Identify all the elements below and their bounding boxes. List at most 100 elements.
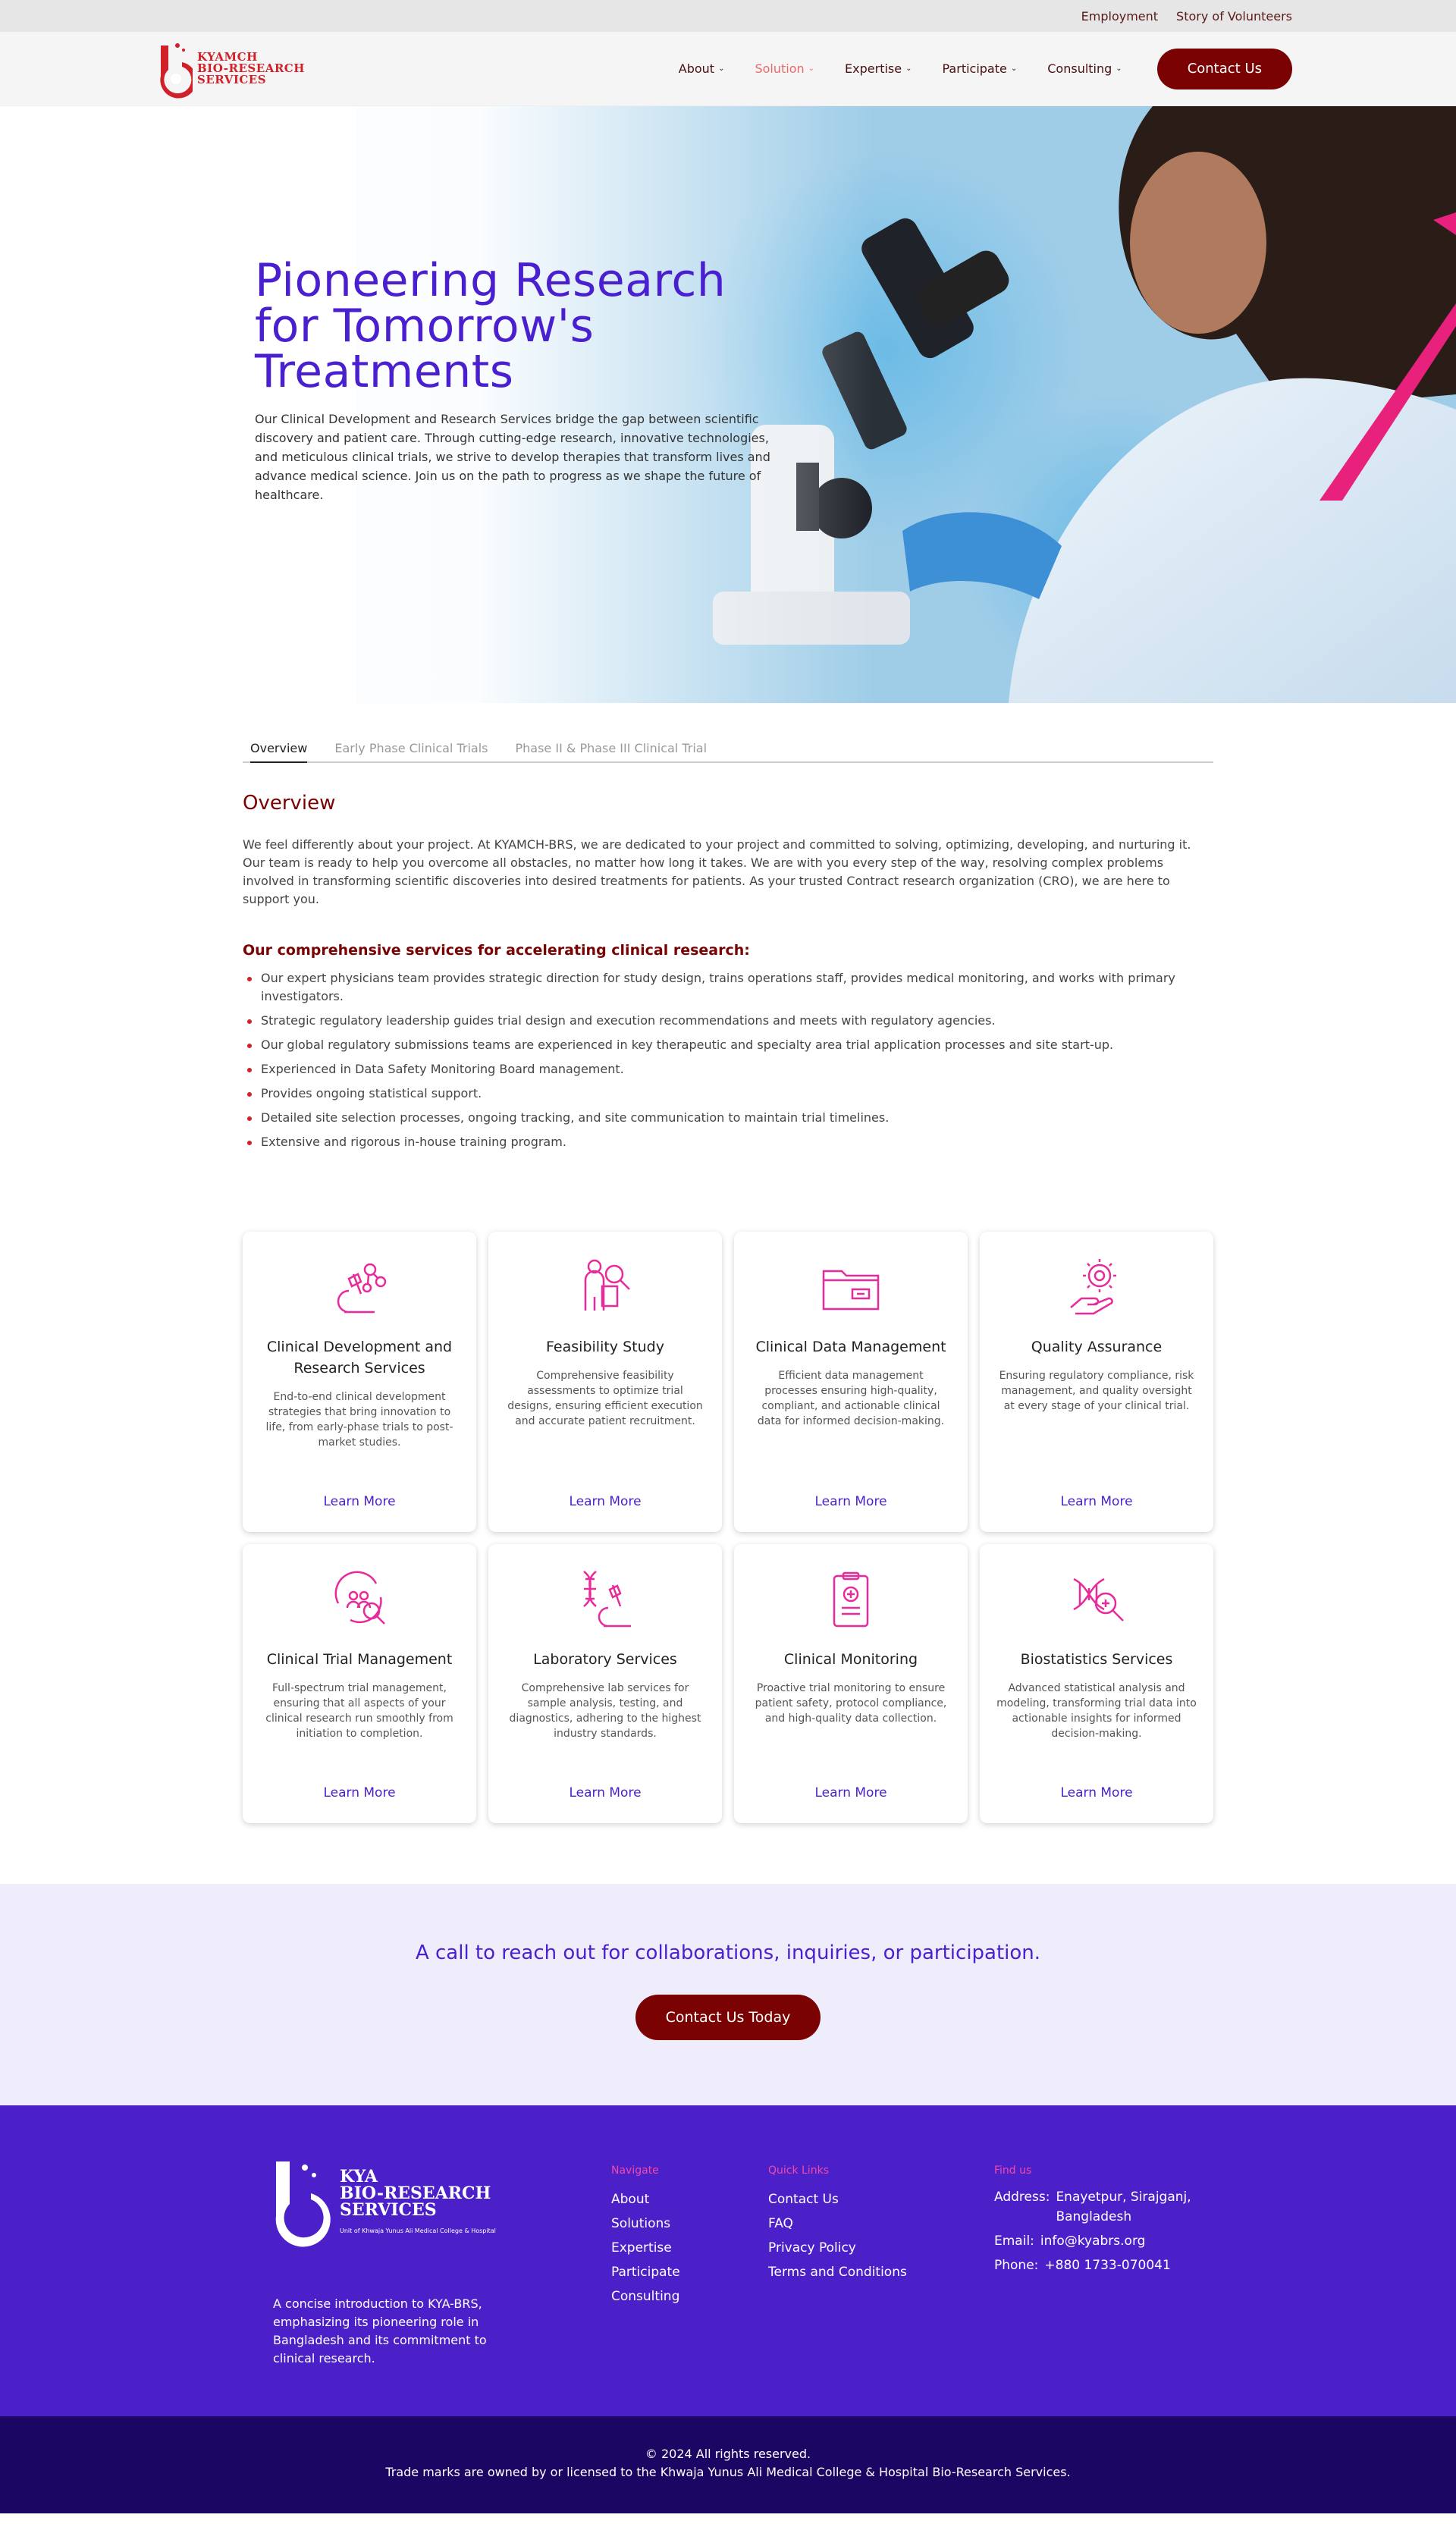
- site-logo[interactable]: KYAMCH BIO-RESEARCH SERVICES: [156, 39, 305, 99]
- top-utility-bar: Employment Story of Volunteers: [0, 0, 1456, 32]
- service-card-clinical-monitoring: Clinical Monitoring Proactive trial moni…: [734, 1544, 968, 1823]
- phone-link[interactable]: +880 1733-070041: [1044, 2256, 1196, 2275]
- card-description: End-to-end clinical development strategi…: [265, 1391, 453, 1449]
- footer-link-about[interactable]: About: [611, 2187, 680, 2212]
- card-title: Clinical Monitoring: [783, 1651, 918, 1668]
- hero-description: Our Clinical Development and Research Se…: [255, 412, 770, 502]
- list-item: Our expert physicians team provides stra…: [243, 969, 1213, 1006]
- card-title: Clinical Trial Management: [266, 1651, 453, 1668]
- card-description: Comprehensive feasibility assessments to…: [507, 1370, 703, 1427]
- services-title: Our comprehensive services for accelerat…: [243, 942, 750, 959]
- hero-content: Pioneering Research for Tomorrow's Treat…: [255, 258, 786, 504]
- card-description: Ensuring regulatory compliance, risk man…: [999, 1370, 1194, 1412]
- card-description: Advanced statistical analysis and modeli…: [996, 1682, 1197, 1740]
- card-title: Laboratory Services: [533, 1651, 677, 1668]
- footer-flask-icon: [275, 2161, 331, 2247]
- nav-solution[interactable]: Solution ⌄: [755, 61, 814, 76]
- footer-logo[interactable]: KYA BIO-RESEARCH SERVICES Unit of Khwaja…: [273, 2158, 496, 2249]
- gear-hand-icon: [1070, 1259, 1116, 1315]
- card-title: Clinical Data Management: [755, 1339, 946, 1355]
- footer-navigate-column: Navigate About Solutions Expertise Parti…: [611, 2165, 680, 2309]
- footer-quick-links-column: Quick Links Contact Us FAQ Privacy Polic…: [768, 2165, 907, 2284]
- learn-more-link[interactable]: Learn More: [814, 1785, 886, 1800]
- copyright-text: © 2024 All rights reserved.: [645, 2447, 811, 2461]
- email-link[interactable]: info@kyabrs.org: [1040, 2231, 1192, 2251]
- footer-about-text: A concise introduction to KYA-BRS, empha…: [273, 2296, 487, 2365]
- footer-heading: Find us: [994, 2165, 1032, 2177]
- employment-link[interactable]: Employment: [1081, 9, 1158, 24]
- list-item: Strategic regulatory leadership guides t…: [243, 1012, 1213, 1030]
- chevron-down-icon: ⌄: [718, 64, 725, 73]
- nav-about[interactable]: About ⌄: [679, 61, 725, 76]
- site-footer: KYA BIO-RESEARCH SERVICES Unit of Khwaja…: [0, 2105, 1456, 2416]
- service-card-biostatistics: Biostatistics Services Advanced statisti…: [980, 1544, 1213, 1823]
- volunteers-link[interactable]: Story of Volunteers: [1176, 9, 1292, 24]
- footer-phone: Phone: +880 1733-070041: [994, 2256, 1207, 2275]
- card-title: Quality Assurance: [1031, 1339, 1163, 1355]
- service-card-data-management: Clinical Data Management Efficient data …: [734, 1232, 968, 1532]
- person-magnifier-icon: [584, 1259, 630, 1311]
- learn-more-link[interactable]: Learn More: [1060, 1494, 1132, 1509]
- card-title: Feasibility Study: [546, 1339, 664, 1355]
- service-card-feasibility: Feasibility Study Comprehensive feasibil…: [488, 1232, 722, 1532]
- microscope-molecule-icon: [337, 1263, 387, 1314]
- card-title: Clinical Development and Research Servic…: [266, 1339, 453, 1377]
- list-item: Our global regulatory submissions teams …: [243, 1036, 1213, 1054]
- footer-link-consulting[interactable]: Consulting: [611, 2284, 680, 2309]
- chevron-down-icon: ⌄: [808, 64, 815, 73]
- card-description: Full-spectrum trial management, ensuring…: [265, 1682, 453, 1740]
- dna-microscope-icon: [583, 1571, 631, 1628]
- learn-more-link[interactable]: Learn More: [569, 1494, 641, 1509]
- footer-link-participate[interactable]: Participate: [611, 2260, 680, 2284]
- list-item: Extensive and rigorous in-house training…: [243, 1133, 1213, 1151]
- tab-overview[interactable]: Overview: [250, 741, 308, 763]
- learn-more-link[interactable]: Learn More: [323, 1494, 395, 1509]
- tab-early-phase[interactable]: Early Phase Clinical Trials: [334, 741, 488, 761]
- footer-logo-text: KYA BIO-RESEARCH SERVICES Unit of Khwaja…: [340, 2167, 496, 2234]
- overview-text: We feel differently about your project. …: [243, 837, 1191, 906]
- main-header: KYAMCH BIO-RESEARCH SERVICES About ⌄ Solu…: [0, 32, 1456, 106]
- service-cards-grid: Clinical Development and Research Servic…: [243, 1232, 1213, 1823]
- footer-link-faq[interactable]: FAQ: [768, 2212, 907, 2236]
- list-item: Detailed site selection processes, ongoi…: [243, 1109, 1213, 1127]
- nav-consulting[interactable]: Consulting ⌄: [1047, 61, 1122, 76]
- logo-flask-icon: [160, 42, 193, 98]
- card-title: Biostatistics Services: [1020, 1651, 1173, 1668]
- footer-link-solutions[interactable]: Solutions: [611, 2212, 680, 2236]
- footer-link-terms[interactable]: Terms and Conditions: [768, 2260, 907, 2284]
- footer-link-contact[interactable]: Contact Us: [768, 2187, 907, 2212]
- learn-more-link[interactable]: Learn More: [814, 1494, 886, 1509]
- chevron-down-icon: ⌄: [1010, 64, 1018, 73]
- card-description: Efficient data management processes ensu…: [757, 1370, 945, 1427]
- learn-more-link[interactable]: Learn More: [1060, 1785, 1132, 1800]
- learn-more-link[interactable]: Learn More: [569, 1785, 641, 1800]
- service-card-quality-assurance: Quality Assurance Ensuring regulatory co…: [980, 1232, 1213, 1532]
- cta-text: A call to reach out for collaborations, …: [415, 1942, 1041, 1964]
- nav-participate[interactable]: Participate ⌄: [943, 61, 1018, 76]
- logo-text: KYAMCH BIO-RESEARCH SERVICES: [197, 50, 305, 86]
- data-folder-icon: [822, 1270, 880, 1311]
- overview-title: Overview: [243, 792, 336, 815]
- footer-find-us-column: Find us Address: Enayetpur, Sirajganj, Ba…: [994, 2165, 1207, 2280]
- tab-phase-2-3[interactable]: Phase II & Phase III Clinical Trial: [516, 741, 708, 761]
- chevron-down-icon: ⌄: [905, 64, 912, 73]
- main-nav: About ⌄ Solution ⌄ Expertise ⌄ Participate ⌄…: [679, 48, 1292, 89]
- copyright-bar: © 2024 All rights reserved. Trade marks …: [0, 2416, 1456, 2513]
- nav-expertise[interactable]: Expertise ⌄: [845, 61, 912, 76]
- footer-heading: Quick Links: [768, 2165, 830, 2177]
- footer-address: Address: Enayetpur, Sirajganj, Bangladesh: [994, 2190, 1191, 2224]
- dna-magnifier-icon: [1073, 1578, 1124, 1621]
- footer-link-privacy[interactable]: Privacy Policy: [768, 2236, 907, 2260]
- service-card-laboratory: Laboratory Services Comprehensive lab se…: [488, 1544, 722, 1823]
- services-list: Our expert physicians team provides stra…: [243, 969, 1213, 1151]
- trademark-text: Trade marks are owned by or licensed to …: [385, 2465, 1071, 2479]
- service-card-trial-management: Clinical Trial Management Full-spectrum …: [243, 1544, 476, 1823]
- footer-link-expertise[interactable]: Expertise: [611, 2236, 680, 2260]
- hero-title: Pioneering Research for Tomorrow's Treat…: [255, 254, 726, 398]
- contact-us-today-button[interactable]: Contact Us Today: [635, 1995, 821, 2040]
- clipboard-medical-icon: [833, 1571, 869, 1628]
- main-content: Overview Early Phase Clinical Trials Pha…: [243, 741, 1213, 1823]
- learn-more-link[interactable]: Learn More: [323, 1785, 395, 1800]
- contact-us-button[interactable]: Contact Us: [1156, 48, 1292, 89]
- chevron-down-icon: ⌄: [1116, 64, 1122, 73]
